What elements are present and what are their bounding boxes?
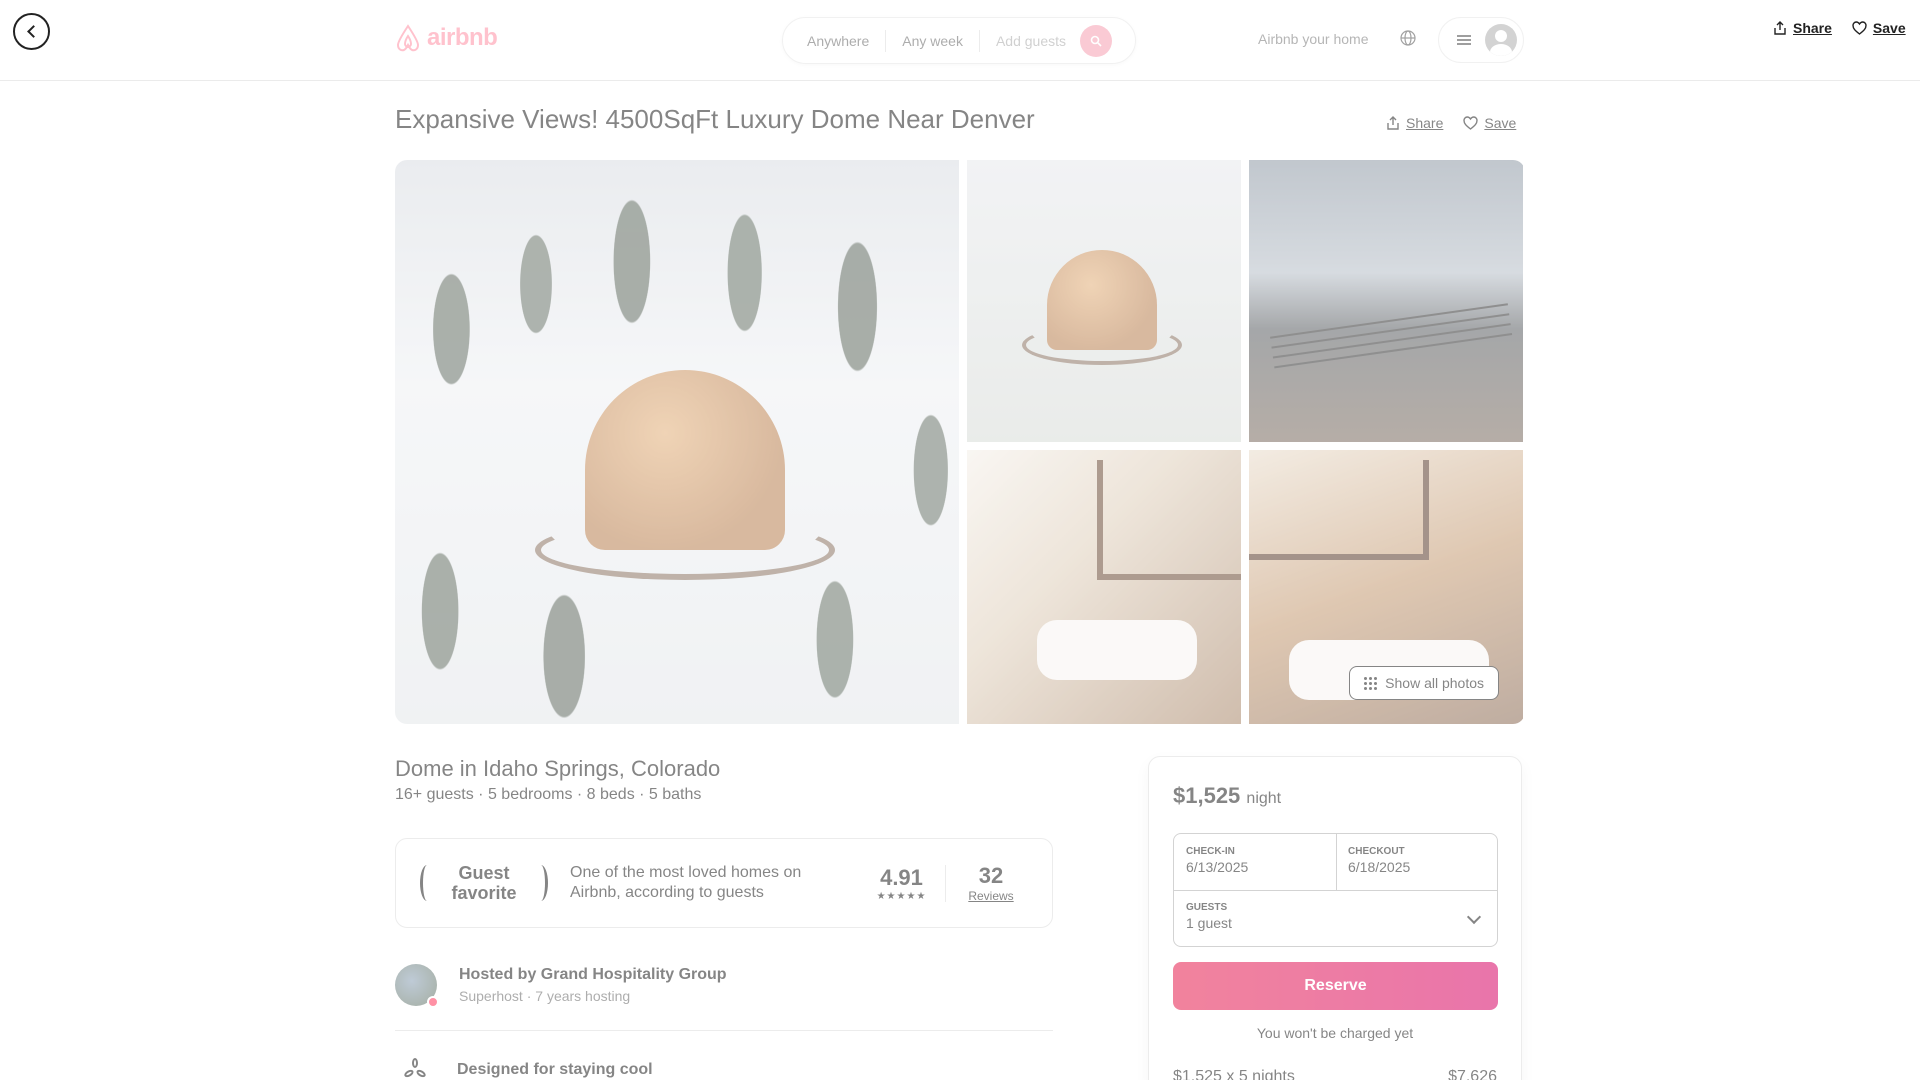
share-icon (1774, 21, 1786, 35)
save-label: Save (1484, 115, 1517, 131)
show-all-photos-label: Show all photos (1385, 675, 1484, 691)
share-button[interactable]: Share (1386, 115, 1443, 131)
checkin-field[interactable]: CHECK-IN 6/13/2025 (1186, 846, 1248, 875)
listing-type-location: Dome in Idaho Springs, Colorado (395, 756, 721, 781)
search-guests[interactable]: Add guests (980, 30, 1078, 52)
header-save-label: Save (1872, 20, 1906, 36)
checkin-label: CHECK-IN (1186, 846, 1235, 857)
checkout-value: 6/18/2025 (1348, 859, 1411, 875)
guests-field[interactable]: GUESTS 1 guest (1186, 902, 1232, 931)
charge-note: You won't be charged yet (1256, 1025, 1414, 1041)
user-avatar-icon (1485, 24, 1517, 56)
gallery-photo-3[interactable] (1249, 160, 1523, 442)
price-breakdown-total: $7,626 (1448, 1068, 1497, 1080)
search-bar[interactable]: Anywhere Any week Add guests (782, 17, 1136, 64)
host-row: Hosted by Grand Hospitality Group Superh… (395, 964, 727, 1008)
booking-card: $1,525 night CHECK-IN 6/13/2025 CHECKOUT… (1148, 756, 1522, 1080)
guests-label: GUESTS (1186, 902, 1228, 913)
host-name: Hosted by Grand Hospitality Group (459, 966, 727, 983)
save-button[interactable]: Save (1463, 115, 1516, 131)
share-label: Share (1406, 115, 1444, 131)
show-all-photos-button[interactable]: Show all photos (1349, 666, 1499, 700)
chevron-down-icon[interactable] (1466, 909, 1482, 925)
back-button[interactable] (13, 13, 50, 50)
star-rating-icon: ★★★★★ (876, 890, 927, 902)
top-header: airbnb Anywhere Any week Add guests Airb… (0, 0, 1920, 81)
main-photo[interactable] (395, 160, 959, 724)
hamburger-icon (1457, 35, 1471, 45)
superhost-badge-icon (427, 996, 439, 1008)
user-menu-button[interactable] (1438, 17, 1524, 63)
grid-icon (1364, 676, 1378, 690)
chevron-left-icon (27, 25, 40, 38)
price-unit: night (1246, 790, 1282, 807)
title-actions: Share Save (1386, 115, 1516, 131)
reviews-link[interactable]: Reviews (946, 889, 1036, 903)
badge-line-1: Guest (458, 863, 510, 883)
guests-value: 1 guest (1186, 915, 1232, 931)
section-divider (395, 1030, 1053, 1031)
reviews-count: 32 (978, 863, 1004, 888)
listing-title: Expansive Views! 4500SqFt Luxury Dome Ne… (395, 104, 1035, 134)
search-icon (1090, 35, 1102, 47)
guest-favorite-description: One of the most loved homes on Airbnb, a… (570, 864, 802, 901)
reserve-button[interactable]: Reserve (1173, 962, 1498, 1010)
laurel-left-icon (420, 865, 434, 901)
reviews-block[interactable]: 32 Reviews (946, 863, 1036, 903)
guest-favorite-card: Guest favorite One of the most loved hom… (395, 838, 1053, 928)
guest-favorite-badge: Guest favorite (420, 863, 548, 903)
share-icon (1387, 116, 1399, 130)
airbnb-logo[interactable]: airbnb (395, 24, 498, 52)
nightly-price: $1,525 night (1173, 783, 1281, 809)
header-share-label: Share (1793, 20, 1832, 36)
heart-icon (1463, 116, 1479, 130)
globe-icon[interactable] (1400, 30, 1416, 51)
header-save-button[interactable]: Save (1852, 20, 1906, 36)
become-host-link[interactable]: Airbnb your home (1258, 31, 1369, 47)
badge-line-2: favorite (451, 883, 517, 903)
date-guest-picker[interactable]: CHECK-IN 6/13/2025 CHECKOUT 6/18/2025 GU… (1173, 833, 1498, 947)
listing-details: 16+ guests · 5 bedrooms · 8 beds · 5 bat… (395, 786, 702, 803)
heart-icon (1852, 21, 1867, 35)
gallery-photo-2[interactable] (967, 160, 1241, 442)
price-amount: $1,525 (1173, 783, 1241, 808)
logo-text: airbnb (427, 24, 498, 51)
header-actions: Share Save (1773, 20, 1906, 36)
header-share-button[interactable]: Share (1773, 20, 1832, 36)
search-dates[interactable]: Any week (886, 29, 980, 52)
checkout-field[interactable]: CHECKOUT 6/18/2025 (1348, 846, 1410, 875)
host-avatar[interactable] (395, 964, 439, 1008)
price-breakdown-link[interactable]: $1,525 x 5 nights (1173, 1068, 1295, 1080)
gallery-photo-5[interactable]: Show all photos (1249, 450, 1523, 724)
rating-block: 4.91 ★★★★★ (866, 864, 946, 902)
airbnb-logo-icon (396, 24, 420, 52)
gallery-photo-4[interactable] (967, 450, 1241, 724)
highlight-item: Designed for staying cool (395, 1058, 653, 1080)
highlight-text: Designed for staying cool (457, 1061, 653, 1078)
search-button[interactable] (1080, 24, 1113, 57)
checkout-label: CHECKOUT (1348, 846, 1405, 857)
search-location[interactable]: Anywhere (783, 29, 887, 52)
checkin-value: 6/13/2025 (1186, 859, 1249, 875)
photo-gallery: Show all photos (395, 160, 1525, 724)
laurel-right-icon (534, 865, 548, 901)
fan-icon (403, 1058, 427, 1080)
host-subtitle: Superhost · 7 years hosting (459, 988, 631, 1004)
rating-value: 4.91 (880, 864, 923, 890)
